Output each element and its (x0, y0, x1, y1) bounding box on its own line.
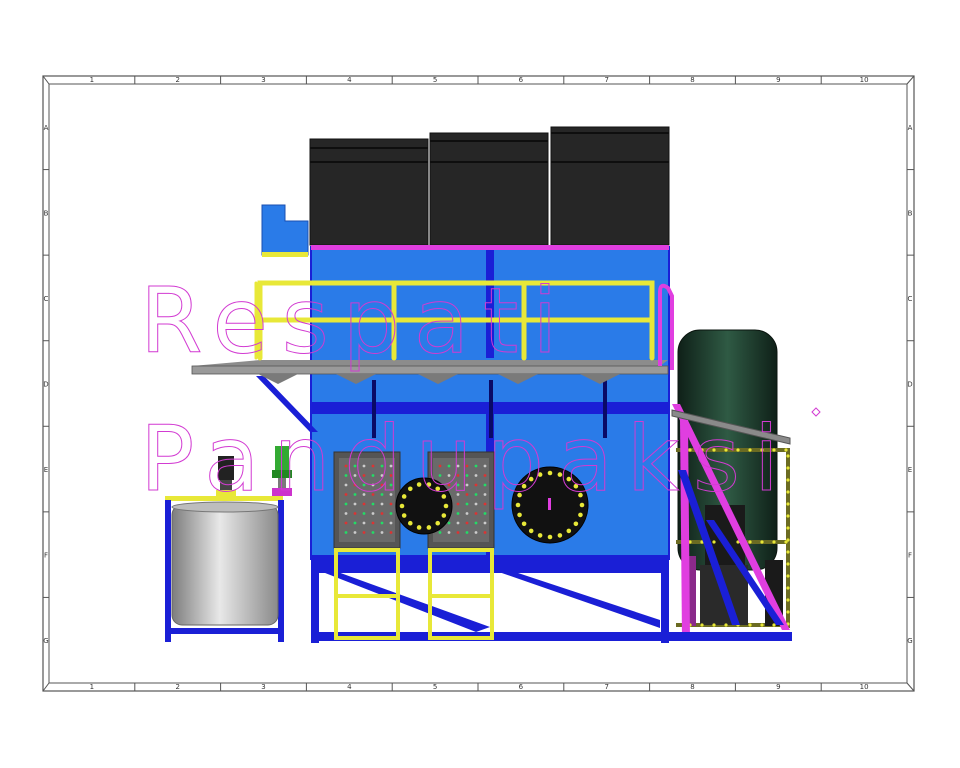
watermark-line-1: Respati (140, 269, 571, 374)
top-column-label: 10 (860, 76, 869, 84)
inlet-duct (261, 204, 309, 257)
left-row-label: E (44, 466, 48, 474)
bottom-column-label: 4 (347, 683, 352, 691)
left-row-label: C (44, 295, 49, 303)
right-row-label: G (907, 637, 912, 645)
bottom-column-label: 9 (776, 683, 780, 691)
top-column-label: 4 (347, 76, 352, 84)
right-row-label: A (908, 124, 913, 132)
top-column-label: 1 (90, 76, 94, 84)
left-row-label: G (43, 637, 48, 645)
bottom-column-label: 7 (604, 683, 608, 691)
top-column-label: 2 (175, 76, 179, 84)
bottom-column-label: 1 (90, 683, 94, 691)
top-column-label: 7 (604, 76, 608, 84)
left-row-label: A (44, 124, 49, 132)
left-row-label: F (44, 552, 48, 560)
right-row-label: E (908, 466, 912, 474)
bottom-column-label: 10 (860, 683, 869, 691)
right-row-label: F (908, 552, 912, 560)
bottom-column-label: 3 (261, 683, 265, 691)
watermark-line-2: Pandupaksi (140, 407, 793, 512)
top-column-label: 8 (690, 76, 694, 84)
bottom-column-label: 8 (690, 683, 694, 691)
engineering-drawing: 1 1 2 2 3 3 4 4 5 5 6 6 7 7 8 8 9 9 10 10 A A B B C C D D E E F F G G (42, 75, 915, 692)
top-column-label: 3 (261, 76, 265, 84)
top-column-label: 9 (776, 76, 780, 84)
top-column-label: 5 (433, 76, 437, 84)
right-row-label: C (908, 295, 913, 303)
top-column-label: 6 (519, 76, 524, 84)
right-row-label: B (908, 209, 913, 217)
left-row-label: D (43, 381, 48, 389)
right-row-label: D (907, 381, 912, 389)
bottom-column-label: 5 (433, 683, 437, 691)
top-cover-units (309, 126, 670, 246)
bottom-column-label: 2 (175, 683, 179, 691)
dosing-tank (165, 496, 284, 642)
bottom-column-label: 6 (519, 683, 524, 691)
left-row-label: B (44, 209, 49, 217)
